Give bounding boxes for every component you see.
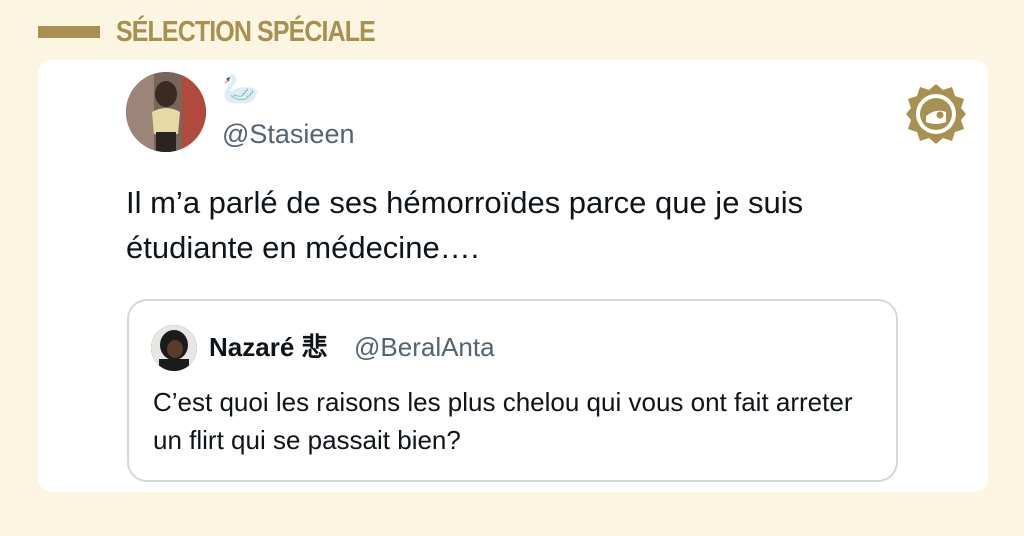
brand-logo-icon (904, 82, 968, 146)
quoted-tweet-text: C’est quoi les raisons les plus chelou q… (153, 387, 853, 455)
quoted-tweet[interactable]: Nazaré 悲 @BeralAnta C’est quoi les raiso… (127, 299, 898, 482)
tweet-card[interactable]: 🦢 @Stasieen Il m’a parlé de ses hémorroï… (38, 60, 988, 492)
avatar-photo-icon (151, 325, 197, 371)
tweet-text: Il m’a parlé de ses hémorroïdes parce qu… (126, 185, 804, 265)
quoted-author-handle[interactable]: @BeralAnta (354, 332, 495, 362)
avatar-photo-icon (126, 72, 206, 152)
section-title: SÉLECTION SPÉCIALE (116, 15, 376, 48)
section-header: SÉLECTION SPÉCIALE (38, 12, 417, 52)
author-avatar[interactable] (126, 72, 206, 152)
author-display-name: 🦢 (222, 73, 260, 106)
author-handle[interactable]: @Stasieen (222, 118, 354, 150)
header-accent-bar (38, 26, 100, 38)
quoted-author-avatar[interactable] (151, 325, 197, 371)
quoted-author-display-name: Nazaré 悲 (209, 332, 328, 362)
